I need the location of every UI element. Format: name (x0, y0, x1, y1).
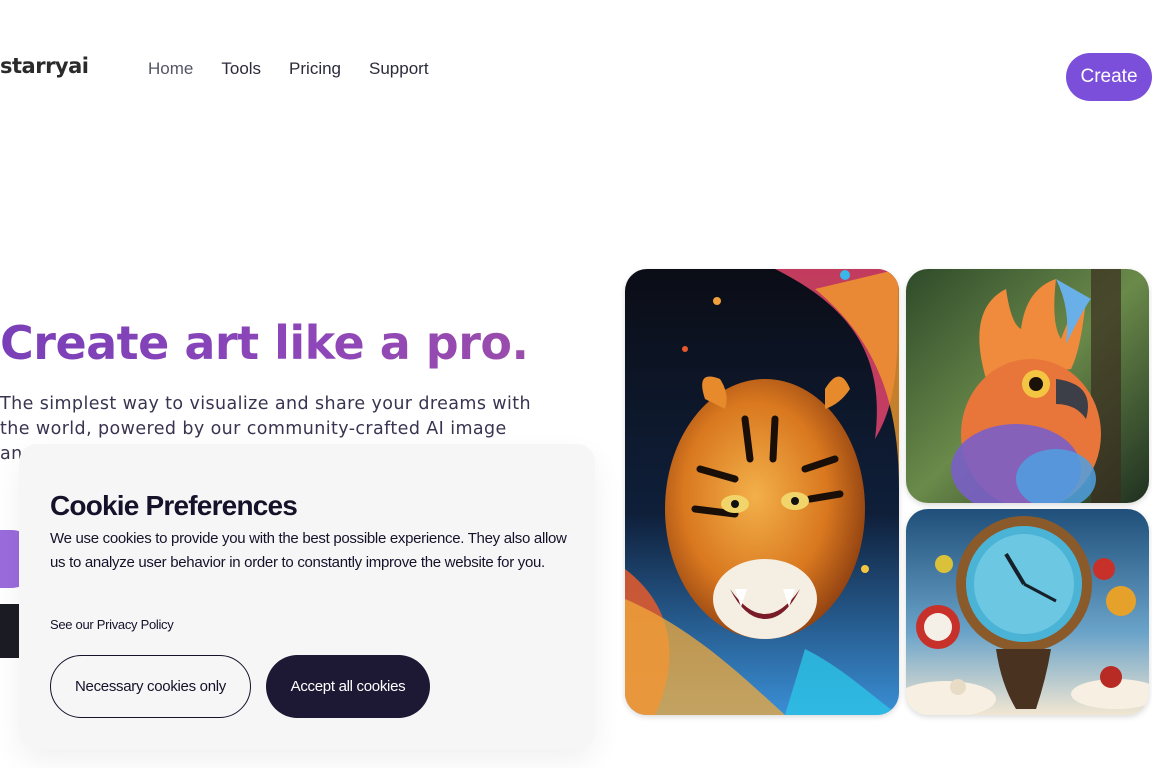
melting-clock-artwork-image (906, 509, 1149, 715)
accept-all-cookies-button[interactable]: Accept all cookies (266, 655, 430, 718)
art-gallery (625, 269, 1150, 715)
nav-support[interactable]: Support (369, 59, 429, 79)
necessary-cookies-button[interactable]: Necessary cookies only (50, 655, 251, 718)
cookie-title: Cookie Preferences (50, 490, 298, 521)
tiger-artwork-image (625, 269, 899, 715)
cookie-preferences-dialog: Cookie Preferences We use cookies to pro… (19, 444, 595, 749)
nav-tools[interactable]: Tools (221, 59, 261, 79)
create-button[interactable]: Create (1066, 53, 1152, 101)
main-nav: Home Tools Pricing Support (148, 59, 429, 79)
privacy-policy-link[interactable]: See our Privacy Policy (50, 617, 174, 632)
nav-pricing[interactable]: Pricing (289, 59, 341, 79)
hero-title: Create art like a pro. (0, 316, 529, 370)
logo[interactable]: starryai (0, 54, 89, 78)
cookie-description: We use cookies to provide you with the b… (50, 530, 567, 571)
nav-home[interactable]: Home (148, 59, 193, 79)
bird-artwork-image (906, 269, 1149, 503)
